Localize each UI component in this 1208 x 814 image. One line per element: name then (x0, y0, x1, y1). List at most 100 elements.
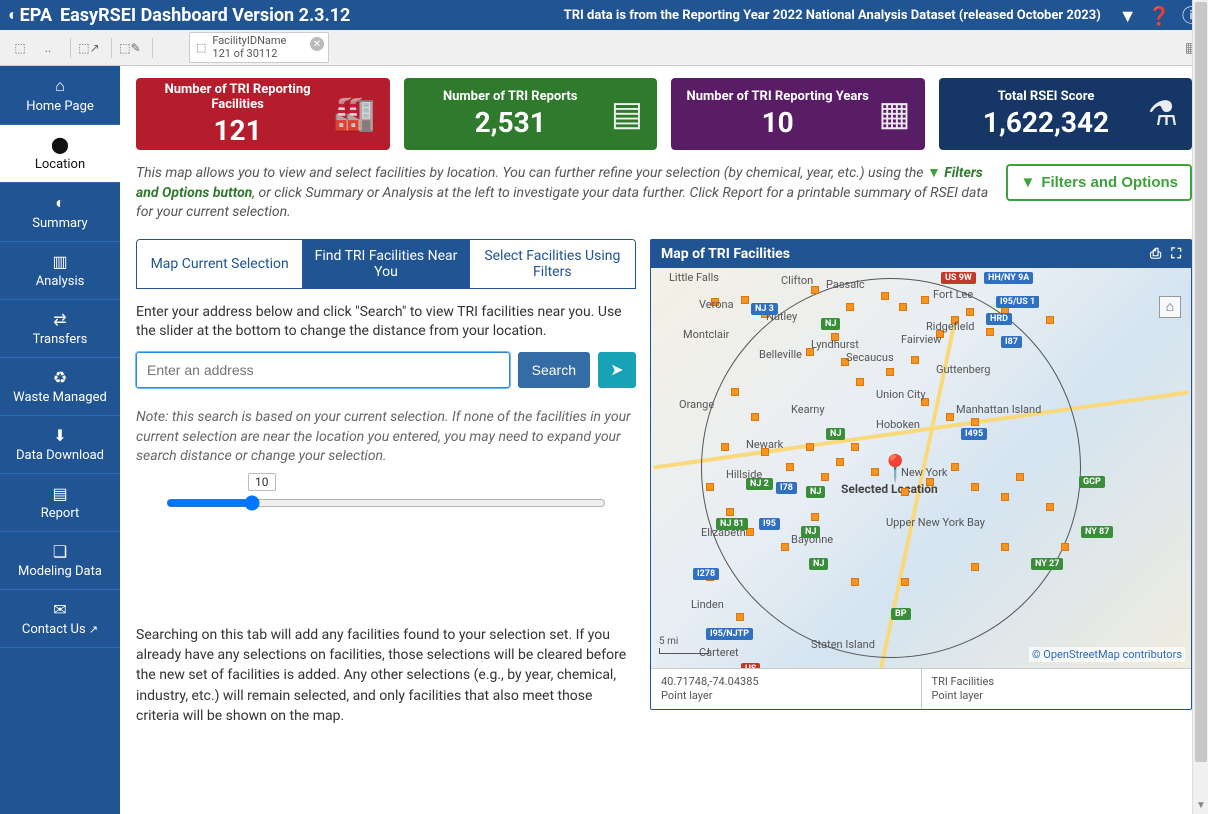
town-label: Ridgefield (926, 320, 974, 333)
filters-options-button[interactable]: ▼ Filters and Options (1006, 164, 1192, 201)
locate-me-button[interactable]: ➤ (598, 352, 636, 388)
tab-select-facilities-using-filters[interactable]: Select Facilities Using Filters (470, 240, 635, 288)
facility-marker[interactable] (911, 356, 919, 364)
select-tool-icon[interactable]: ⬚ (8, 36, 32, 60)
tab-find-tri-facilities-near-you[interactable]: Find TRI Facilities Near You (303, 240, 469, 288)
facility-marker[interactable] (821, 473, 829, 481)
nav-transfers[interactable]: ⇄Transfers (0, 300, 120, 358)
facility-marker[interactable] (871, 468, 879, 476)
lasso-select-icon[interactable]: ⬚✎ (118, 36, 142, 60)
route-shield: NY 87 (1081, 526, 1113, 538)
route-shield: I78 (776, 482, 797, 494)
facility-marker[interactable] (986, 328, 994, 336)
map-legend: 40.71748,-74.04385 Point layer TRI Facil… (651, 668, 1191, 710)
facility-marker[interactable] (741, 296, 749, 304)
facility-marker[interactable] (886, 368, 894, 376)
more-tool-icon[interactable]: .. (36, 36, 60, 60)
facility-marker[interactable] (851, 578, 859, 586)
route-shield: NJ (826, 428, 845, 440)
route-shield: I278 (693, 568, 719, 580)
facility-marker[interactable] (846, 303, 854, 311)
route-shield: GCP (1079, 476, 1105, 488)
map-home-icon[interactable]: ⌂ (1159, 296, 1181, 318)
facility-marker[interactable] (926, 478, 934, 486)
facility-marker[interactable] (971, 563, 979, 571)
facility-marker[interactable] (1001, 543, 1009, 551)
facility-marker[interactable] (901, 488, 909, 496)
nav-location[interactable]: ⬤Location (0, 125, 120, 183)
facility-marker[interactable] (781, 543, 789, 551)
scrollbar[interactable]: ▲ ▼ (1192, 0, 1208, 814)
location-icon: ⬤ (4, 135, 116, 154)
town-label: New York (901, 466, 948, 479)
card-icon: ▤ (611, 94, 643, 134)
town-label: Montclair (683, 328, 729, 341)
facility-marker[interactable] (881, 292, 889, 300)
facility-marker[interactable] (1016, 473, 1024, 481)
map-fullscreen-icon[interactable]: ⛶ (1171, 246, 1181, 262)
crumb-clear-icon[interactable]: ✕ (310, 37, 324, 51)
facility-marker[interactable] (971, 483, 979, 491)
selection-crumb[interactable]: ⬚ FacilityIDName 121 of 30112 ✕ (189, 32, 329, 62)
app-header: EPA EasyRSEI Dashboard Version 2.3.12 TR… (0, 0, 1208, 30)
facility-marker[interactable] (1046, 316, 1054, 324)
nav-waste-managed[interactable]: ♻Waste Managed (0, 358, 120, 416)
home-page-icon: ⌂ (4, 76, 116, 96)
facility-marker[interactable] (899, 303, 907, 311)
facility-marker[interactable] (806, 443, 814, 451)
facility-marker[interactable] (966, 308, 974, 316)
facility-marker[interactable] (1001, 493, 1009, 501)
map-canvas[interactable]: 📍 Selected Location ⌂ Little FallsClifto… (651, 268, 1191, 668)
metric-card: Number of TRI Reports2,531▤ (404, 78, 658, 150)
rect-select-icon[interactable]: ⬚↗ (77, 36, 101, 60)
facility-marker[interactable] (856, 378, 864, 386)
facility-marker[interactable] (706, 483, 714, 491)
nav-modeling-data[interactable]: ❑Modeling Data (0, 532, 120, 590)
facility-marker[interactable] (751, 413, 759, 421)
facility-marker[interactable] (1061, 543, 1069, 551)
search-bottom-note: Searching on this tab will add any facil… (136, 625, 636, 726)
route-shield: US 9W (941, 272, 976, 284)
facility-marker[interactable] (721, 443, 729, 451)
facility-marker[interactable] (786, 463, 794, 471)
help-icon[interactable]: ❓ (1148, 6, 1170, 27)
facility-marker[interactable] (901, 578, 909, 586)
route-shield: I95 (759, 518, 780, 530)
facility-marker[interactable] (811, 286, 819, 294)
scroll-down-icon[interactable]: ▼ (1193, 800, 1208, 814)
nav-analysis[interactable]: ▥Analysis (0, 242, 120, 300)
sidebar-nav: ⌂Home Page⬤Location◐Summary▥Analysis⇄Tra… (0, 66, 120, 814)
nav-report[interactable]: ▤Report (0, 474, 120, 532)
facility-marker[interactable] (851, 443, 859, 451)
facility-marker[interactable] (946, 413, 954, 421)
address-input[interactable] (136, 352, 510, 388)
facility-marker[interactable] (731, 388, 739, 396)
route-shield: NJ (801, 526, 820, 538)
search-button[interactable]: Search (518, 352, 590, 388)
tab-bar: Map Current SelectionFind TRI Facilities… (136, 239, 636, 289)
facility-marker[interactable] (921, 296, 929, 304)
facility-marker[interactable] (1046, 503, 1054, 511)
town-label: Little Falls (669, 271, 719, 284)
filter-icon[interactable]: ▼ (1119, 6, 1137, 27)
nav-contact-us[interactable]: ✉Contact Us ↗ (0, 590, 120, 648)
town-label: Union City (876, 388, 926, 401)
facility-marker[interactable] (971, 418, 979, 426)
nav-home-page[interactable]: ⌂Home Page (0, 66, 120, 125)
map-save-icon[interactable]: ⎙ (1150, 246, 1161, 262)
card-icon: ⚗ (1148, 94, 1178, 134)
route-shield: NJ (809, 558, 828, 570)
distance-slider[interactable] (166, 495, 606, 511)
nav-data-download[interactable]: ⬇Data Download (0, 416, 120, 474)
facility-marker[interactable] (736, 613, 744, 621)
nav-summary[interactable]: ◐Summary (0, 183, 120, 242)
slider-value: 10 (248, 473, 276, 491)
facility-marker[interactable] (951, 463, 959, 471)
route-shield: NJ 2 (746, 478, 773, 490)
facility-marker[interactable] (811, 513, 819, 521)
facility-marker[interactable] (726, 508, 734, 516)
facility-marker[interactable] (836, 458, 844, 466)
tab-map-current-selection[interactable]: Map Current Selection (137, 240, 303, 288)
scroll-thumb[interactable] (1195, 2, 1207, 762)
town-label: Passaic (826, 278, 865, 291)
